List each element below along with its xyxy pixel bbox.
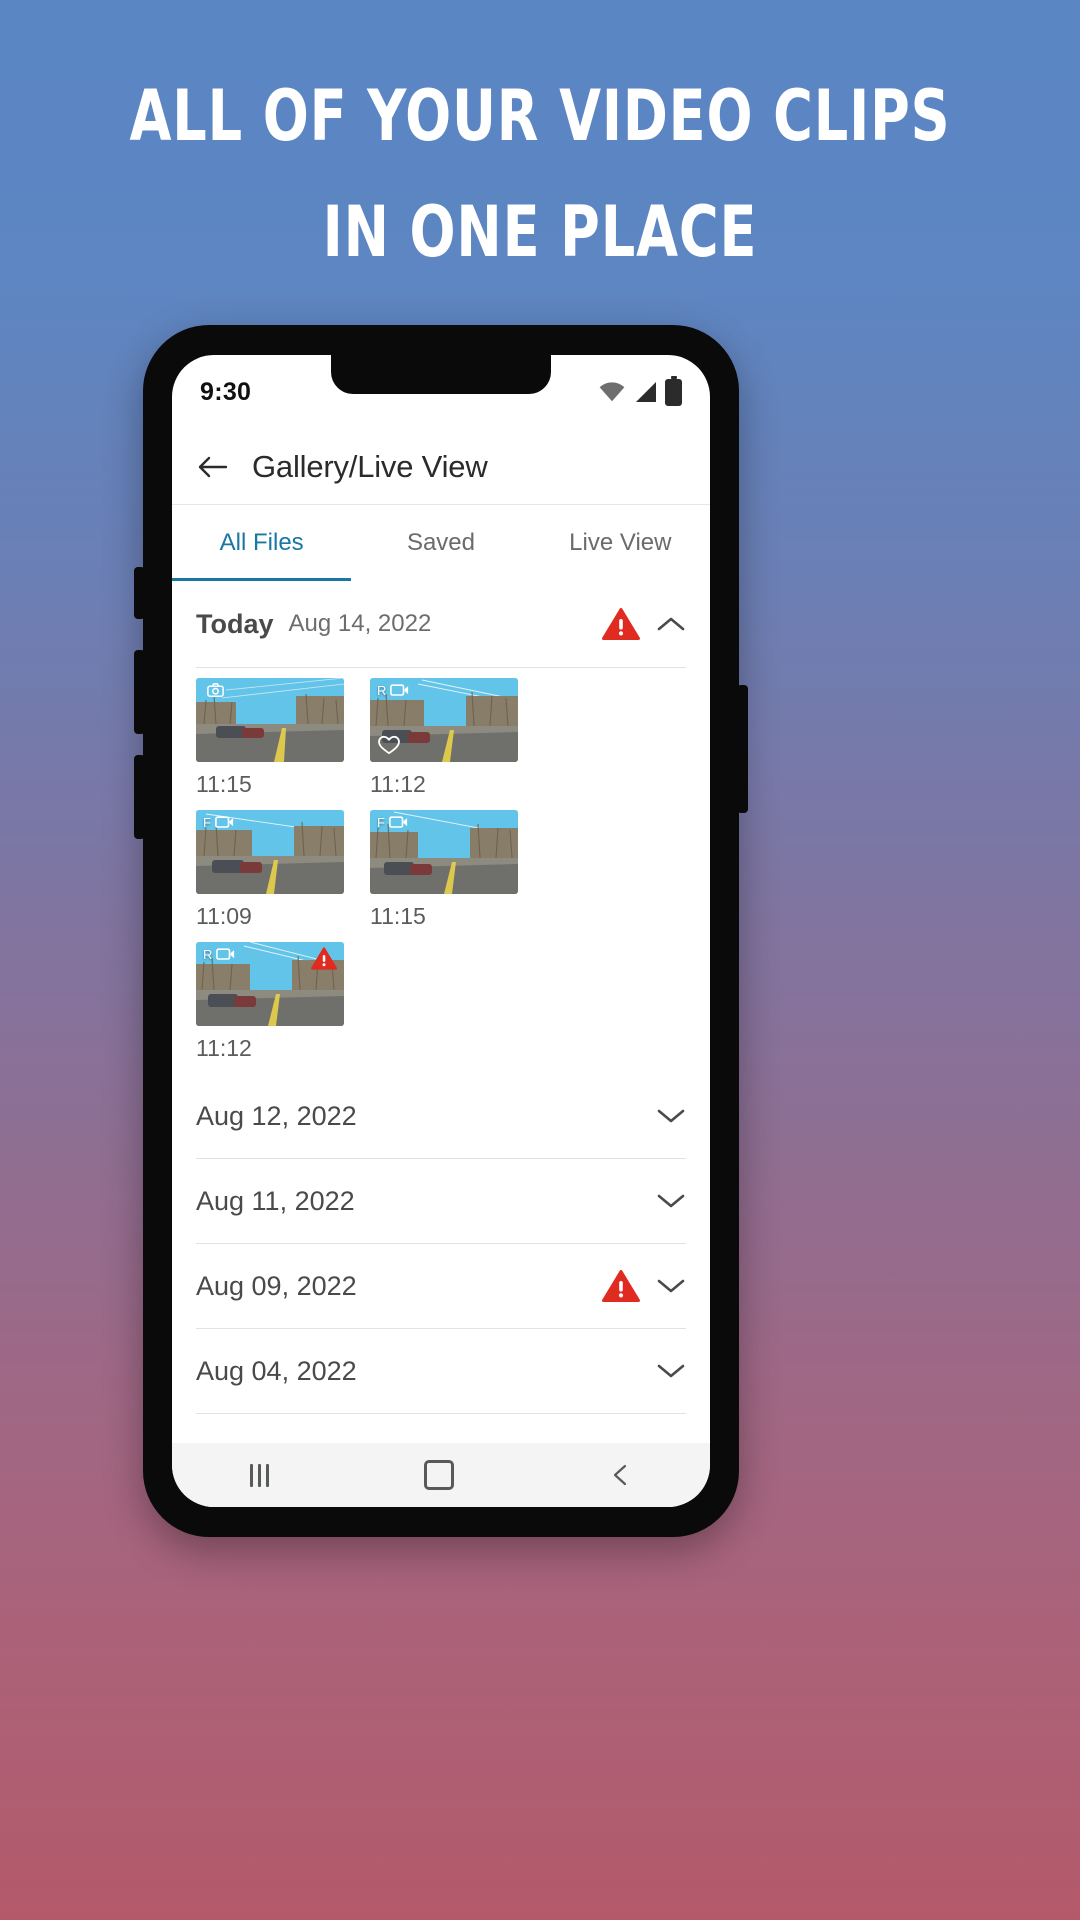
clip-badge-text: F [377,814,385,830]
group-title-today: Today [196,608,274,639]
divider [196,1413,686,1414]
tab-live-view[interactable]: Live View [531,505,710,581]
tab-saved[interactable]: Saved [351,505,530,581]
clip-cell[interactable]: R 11:12 [370,678,518,798]
clip-cell[interactable]: F 11:15 [370,810,518,930]
cellular-signal-icon [636,382,656,402]
home-icon[interactable] [424,1460,455,1490]
clip-badge: F [377,815,408,829]
status-clock: 9:30 [200,377,252,406]
clip-badge: R [377,683,409,697]
alert-triangle-icon[interactable] [602,1269,640,1303]
tab-all-files[interactable]: All Files [172,505,352,582]
clip-cell[interactable]: R 11:12 [196,942,344,1062]
tab-live-view-label: Live View [569,529,672,556]
clip-thumbnail[interactable]: R [196,942,344,1026]
date-group-label: Aug 11, 2022 [196,1185,355,1216]
date-group-row[interactable]: Aug 12, 2022 [172,1074,710,1158]
battery-icon [665,378,682,406]
clip-thumbnail[interactable] [196,678,344,762]
clip-badge: R [203,947,235,961]
clip-time: 11:09 [196,903,252,929]
phone-mockup: 9:30 Gallery/Live View All Files Saved L… [134,325,748,1537]
status-icons [599,378,682,406]
chevron-down-icon[interactable] [656,1277,686,1295]
date-group-row[interactable]: Aug 09, 2022 [172,1244,710,1328]
tab-bar: All Files Saved Live View [172,505,710,582]
clip-badge [203,683,224,697]
mute-switch[interactable] [134,567,145,619]
wifi-icon [599,382,625,402]
heart-icon[interactable] [378,735,400,755]
volume-up-button[interactable] [134,650,145,734]
promo-headline-line1: ALL OF YOUR VIDEO CLIPS [129,75,951,157]
app-bar: Gallery/Live View [172,429,710,505]
alert-triangle-icon[interactable] [602,607,640,641]
tab-all-files-label: All Files [219,529,304,556]
group-date-today: Aug 14, 2022 [288,610,432,637]
chevron-up-icon[interactable] [656,615,686,633]
system-nav-bar [172,1443,710,1507]
date-group-row[interactable]: Aug 04, 2022 [172,1329,710,1413]
video-camera-icon [215,816,234,828]
screen-notch [331,355,551,394]
page-title: Gallery/Live View [252,448,488,484]
clip-thumbnail[interactable]: R [370,678,518,762]
group-header-today[interactable]: Today Aug 14, 2022 [172,581,710,667]
power-button[interactable] [737,685,748,813]
chevron-left-icon[interactable] [610,1464,632,1486]
clip-thumbnail[interactable]: F [196,810,344,894]
gallery-content[interactable]: Today Aug 14, 2022 11:15 R 11:12 F 11:09… [172,581,710,1443]
video-camera-icon [390,684,409,696]
video-camera-icon [216,948,235,960]
volume-down-button[interactable] [134,755,145,839]
clip-cell[interactable]: F 11:09 [196,810,344,930]
promo-headline: ALL OF YOUR VIDEO CLIPS IN ONE PLACE [76,58,1005,290]
clip-cell[interactable]: 11:15 [196,678,344,798]
date-group-row[interactable]: Aug 11, 2022 [172,1159,710,1243]
chevron-down-icon[interactable] [656,1107,686,1125]
clip-thumbnail[interactable]: F [370,810,518,894]
clip-badge-text: R [377,682,387,698]
date-group-label: Aug 12, 2022 [196,1100,357,1131]
camera-icon [207,683,224,697]
clip-time: 11:15 [196,771,252,797]
chevron-down-icon[interactable] [656,1362,686,1380]
tab-saved-label: Saved [406,529,476,556]
clip-time: 11:15 [370,903,426,929]
clip-badge-text: R [203,946,213,962]
alert-triangle-icon [311,947,337,970]
recents-icon[interactable] [249,1463,269,1487]
phone-screen: 9:30 Gallery/Live View All Files Saved L… [172,355,710,1507]
clip-badge-text: F [203,814,211,830]
clip-grid: 11:15 R 11:12 F 11:09 F 11:15 R 11:12 [172,668,710,1074]
promo-headline-line2: IN ONE PLACE [322,191,758,273]
arrow-left-icon[interactable] [196,450,230,484]
clip-badge: F [203,815,234,829]
clip-time: 11:12 [196,1035,252,1061]
clip-time: 11:12 [370,771,426,797]
video-camera-icon [389,816,408,828]
date-group-label: Aug 04, 2022 [196,1355,357,1386]
date-group-label: Aug 09, 2022 [196,1270,357,1301]
chevron-down-icon[interactable] [656,1192,686,1210]
